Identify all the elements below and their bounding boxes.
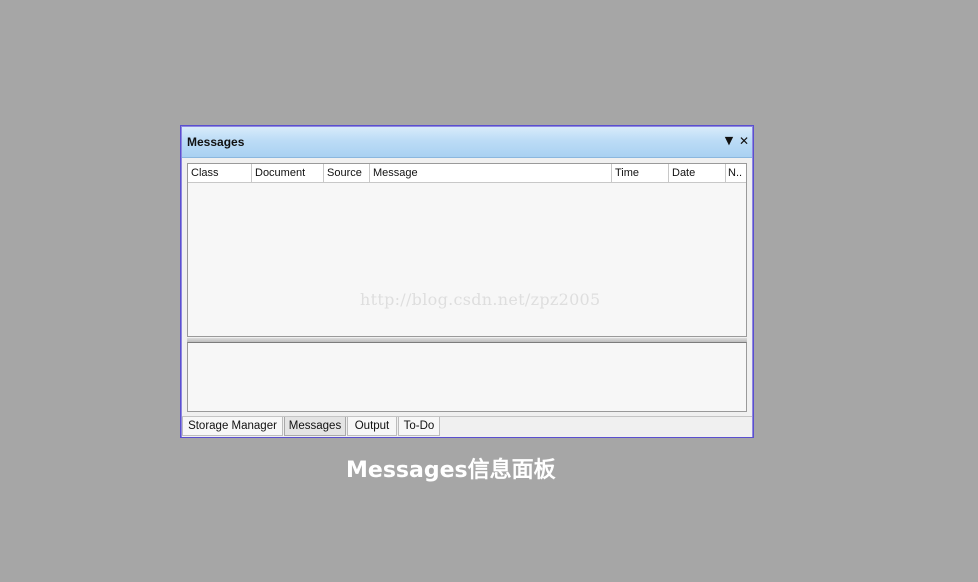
tab-to-do[interactable]: To-Do	[398, 417, 440, 436]
column-header-source[interactable]: Source	[324, 164, 370, 182]
column-header-document[interactable]: Document	[252, 164, 324, 182]
watermark-text: http://blog.csdn.net/zpz2005	[360, 290, 601, 309]
tab-storage-manager[interactable]: Storage Manager	[182, 417, 283, 436]
column-header-message[interactable]: Message	[370, 164, 612, 182]
column-header-class[interactable]: Class	[188, 164, 252, 182]
column-header-date[interactable]: Date	[669, 164, 726, 182]
tab-messages[interactable]: Messages	[284, 417, 346, 436]
figure-caption: Messages信息面板	[346, 458, 556, 483]
messages-list[interactable]: Class Document Source Message Time Date …	[187, 163, 747, 337]
message-detail-pane[interactable]	[187, 342, 747, 412]
column-header-row: Class Document Source Message Time Date …	[188, 164, 746, 183]
dropdown-triangle-icon[interactable]: ▼	[722, 133, 736, 149]
messages-list-body[interactable]: http://blog.csdn.net/zpz2005	[188, 183, 746, 336]
column-header-time[interactable]: Time	[612, 164, 669, 182]
tab-output[interactable]: Output	[347, 417, 397, 436]
close-icon[interactable]: ✕	[737, 133, 751, 149]
messages-panel: Messages ▼ ✕ Class Document Source Messa…	[180, 125, 754, 438]
column-header-n[interactable]: N..	[726, 164, 746, 182]
panel-title: Messages	[187, 135, 245, 149]
panel-titlebar[interactable]: Messages ▼ ✕	[182, 127, 752, 158]
panel-tabstrip: Storage Manager Messages Output To-Do	[182, 416, 752, 437]
